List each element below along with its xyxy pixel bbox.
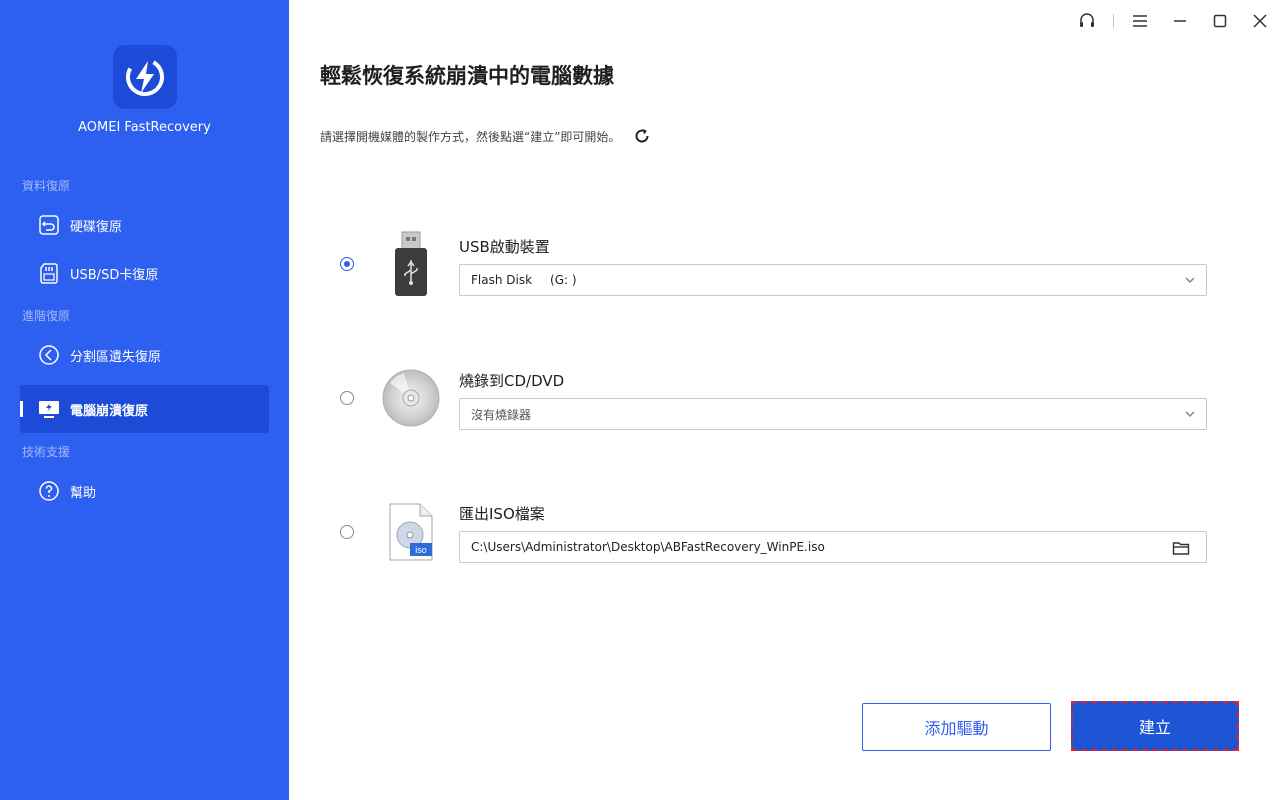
chevron-down-icon xyxy=(1185,411,1195,418)
sidebar: AOMEI FastRecovery 資料復原 硬碟復原 USB/SD卡復原 進… xyxy=(0,0,289,800)
create-button[interactable]: 建立 xyxy=(1071,701,1239,751)
maximize-icon[interactable] xyxy=(1200,0,1240,42)
help-icon xyxy=(37,479,61,503)
iso-option-radio[interactable] xyxy=(340,525,354,539)
burner-select-value: 沒有燒錄器 xyxy=(471,407,532,422)
usb-drive-icon xyxy=(393,230,429,302)
app-logo-icon xyxy=(113,45,177,109)
sidebar-item-label: 分割區遺失復原 xyxy=(70,349,162,365)
iso-path-field[interactable]: C:\Users\Administrator\Desktop\ABFastRec… xyxy=(459,531,1207,563)
iso-file-icon: iso xyxy=(388,503,434,565)
usb-device-drive: (G: ) xyxy=(550,273,577,287)
section-label-advanced-recovery: 進階復原 xyxy=(22,309,71,323)
close-icon[interactable] xyxy=(1240,0,1280,42)
cd-dvd-option-title: 燒錄到CD/DVD xyxy=(459,372,565,390)
sidebar-item-label: USB/SD卡復原 xyxy=(70,267,159,283)
folder-browse-icon[interactable] xyxy=(1172,539,1190,557)
iso-path-value: C:\Users\Administrator\Desktop\ABFastRec… xyxy=(471,540,825,554)
sidebar-item-partition-recovery[interactable]: 分割區遺失復原 xyxy=(20,331,269,379)
sidebar-item-disk-recovery[interactable]: 硬碟復原 xyxy=(20,201,269,249)
partition-restore-icon xyxy=(37,343,61,367)
sidebar-item-usb-sd-recovery[interactable]: USB/SD卡復原 xyxy=(20,249,269,297)
usb-device-name: Flash Disk xyxy=(471,273,533,287)
instruction-row: 請選擇開機媒體的製作方式，然後點選“建立”即可開始。 xyxy=(320,126,652,146)
instruction-text: 請選擇開機媒體的製作方式，然後點選“建立”即可開始。 xyxy=(320,129,621,144)
minimize-icon[interactable] xyxy=(1160,0,1200,42)
iso-option-title: 匯出ISO檔案 xyxy=(459,505,545,523)
sidebar-item-label: 幫助 xyxy=(70,485,97,501)
usb-option-title: USB啟動裝置 xyxy=(459,238,550,256)
menu-icon[interactable] xyxy=(1120,0,1160,42)
chevron-down-icon xyxy=(1185,277,1195,284)
sidebar-item-computer-crash-recovery[interactable]: 電腦崩潰復原 xyxy=(20,385,269,433)
section-label-tech-support: 技術支援 xyxy=(22,445,71,459)
sidebar-item-help[interactable]: 幫助 xyxy=(20,467,269,515)
disc-icon xyxy=(382,369,440,431)
burner-select[interactable]: 沒有燒錄器 xyxy=(459,398,1207,430)
disk-restore-icon xyxy=(37,213,61,237)
sd-card-icon xyxy=(37,261,61,285)
separator xyxy=(1113,14,1114,28)
page-title: 輕鬆恢復系統崩潰中的電腦數據 xyxy=(320,64,614,88)
computer-crash-icon xyxy=(37,397,61,421)
section-label-data-recovery: 資料復原 xyxy=(22,179,71,193)
sidebar-item-label: 硬碟復原 xyxy=(70,219,123,235)
cd-dvd-option-radio[interactable] xyxy=(340,391,354,405)
app-name: AOMEI FastRecovery xyxy=(78,120,211,135)
window-controls xyxy=(1067,0,1280,42)
headset-icon[interactable] xyxy=(1067,0,1107,42)
add-driver-button[interactable]: 添加驅動 xyxy=(862,703,1051,751)
usb-device-select[interactable]: Flash Disk (G: ) xyxy=(459,264,1207,296)
refresh-icon[interactable] xyxy=(632,126,652,146)
usb-option-radio[interactable] xyxy=(340,257,354,271)
iso-badge-text: iso xyxy=(415,545,427,555)
sidebar-item-label: 電腦崩潰復原 xyxy=(70,403,149,419)
